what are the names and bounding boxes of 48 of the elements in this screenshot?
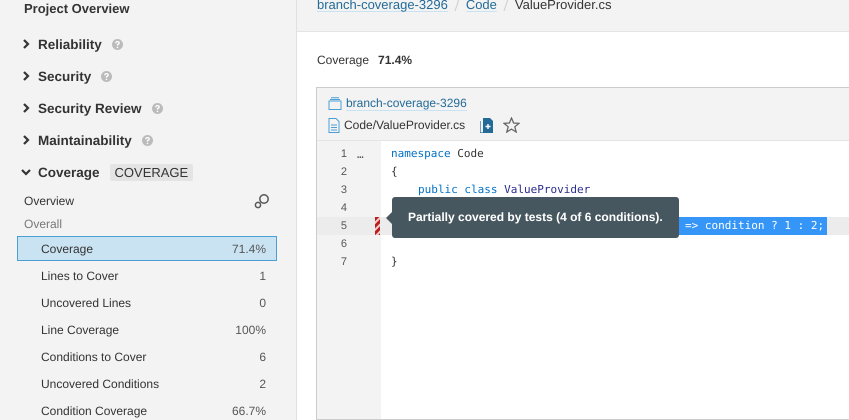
coverage-value: 71.4% xyxy=(378,53,412,69)
metric-item[interactable]: Conditions to Cover 6 xyxy=(17,344,277,369)
section-toggle[interactable]: Coverage xyxy=(38,164,100,180)
line-number: 2 xyxy=(340,166,347,178)
line-number: 4 xyxy=(340,202,347,214)
expand-button[interactable]: … xyxy=(357,148,364,160)
metric-item[interactable]: Uncovered Conditions 2 xyxy=(17,371,277,396)
metric-item[interactable]: Uncovered Lines 0 xyxy=(17,290,277,315)
folder-stack-icon xyxy=(328,96,342,110)
section-toggle[interactable]: Reliability xyxy=(38,36,102,52)
document-plus-icon xyxy=(480,118,494,132)
slash-icon xyxy=(454,0,460,12)
line-number: 7 xyxy=(340,256,347,268)
file-path: Code/ValueProvider.cs xyxy=(344,118,466,132)
code-text: public class ValueProvider xyxy=(418,183,590,196)
metric-item[interactable]: Coverage 71.4% xyxy=(17,236,277,261)
metric-item[interactable]: Condition Coverage 66.7% xyxy=(17,398,277,420)
chevron-right-icon[interactable] xyxy=(21,39,31,49)
section-toggle[interactable]: Maintainability xyxy=(38,132,132,148)
code-text: } xyxy=(391,255,398,268)
chevron-down-icon[interactable] xyxy=(21,167,31,177)
chevron-right-icon[interactable] xyxy=(21,71,31,81)
line-number: 1 xyxy=(340,148,347,160)
code-text: namespace Code xyxy=(391,147,484,160)
chevron-right-icon[interactable] xyxy=(21,103,31,113)
partial-coverage-marker[interactable] xyxy=(375,217,380,235)
coverage-label: Coverage xyxy=(317,53,370,69)
metric-item[interactable]: Lines to Cover 1 xyxy=(17,263,277,288)
metric-item[interactable]: Line Coverage 100% xyxy=(17,317,277,342)
section-toggle[interactable]: Security Review xyxy=(38,100,142,116)
group-label: Overall xyxy=(23,216,64,233)
section-toggle[interactable]: Security xyxy=(38,68,92,84)
coverage-tooltip: Partially covered by tests (4 of 6 conditions). xyxy=(392,197,679,238)
line-number: 5 xyxy=(340,220,347,232)
project-link[interactable]: branch-coverage-3296 xyxy=(346,96,467,110)
chevron-right-icon[interactable] xyxy=(21,135,31,145)
domain-badge: COVERAGE xyxy=(110,164,194,180)
line-number: 3 xyxy=(340,184,347,196)
star-icon xyxy=(503,117,520,133)
selected-code: => condition ? 1 : 2; xyxy=(679,217,828,235)
overview-link[interactable]: Overview xyxy=(24,194,74,208)
bubble-chart-icon xyxy=(254,193,270,209)
document-icon xyxy=(328,118,340,132)
line-number: 6 xyxy=(340,238,347,250)
tooltip-arrow xyxy=(386,212,392,224)
code-text: { xyxy=(391,165,398,178)
slash-icon xyxy=(502,0,509,12)
sidebar-title: Project Overview xyxy=(23,0,130,18)
